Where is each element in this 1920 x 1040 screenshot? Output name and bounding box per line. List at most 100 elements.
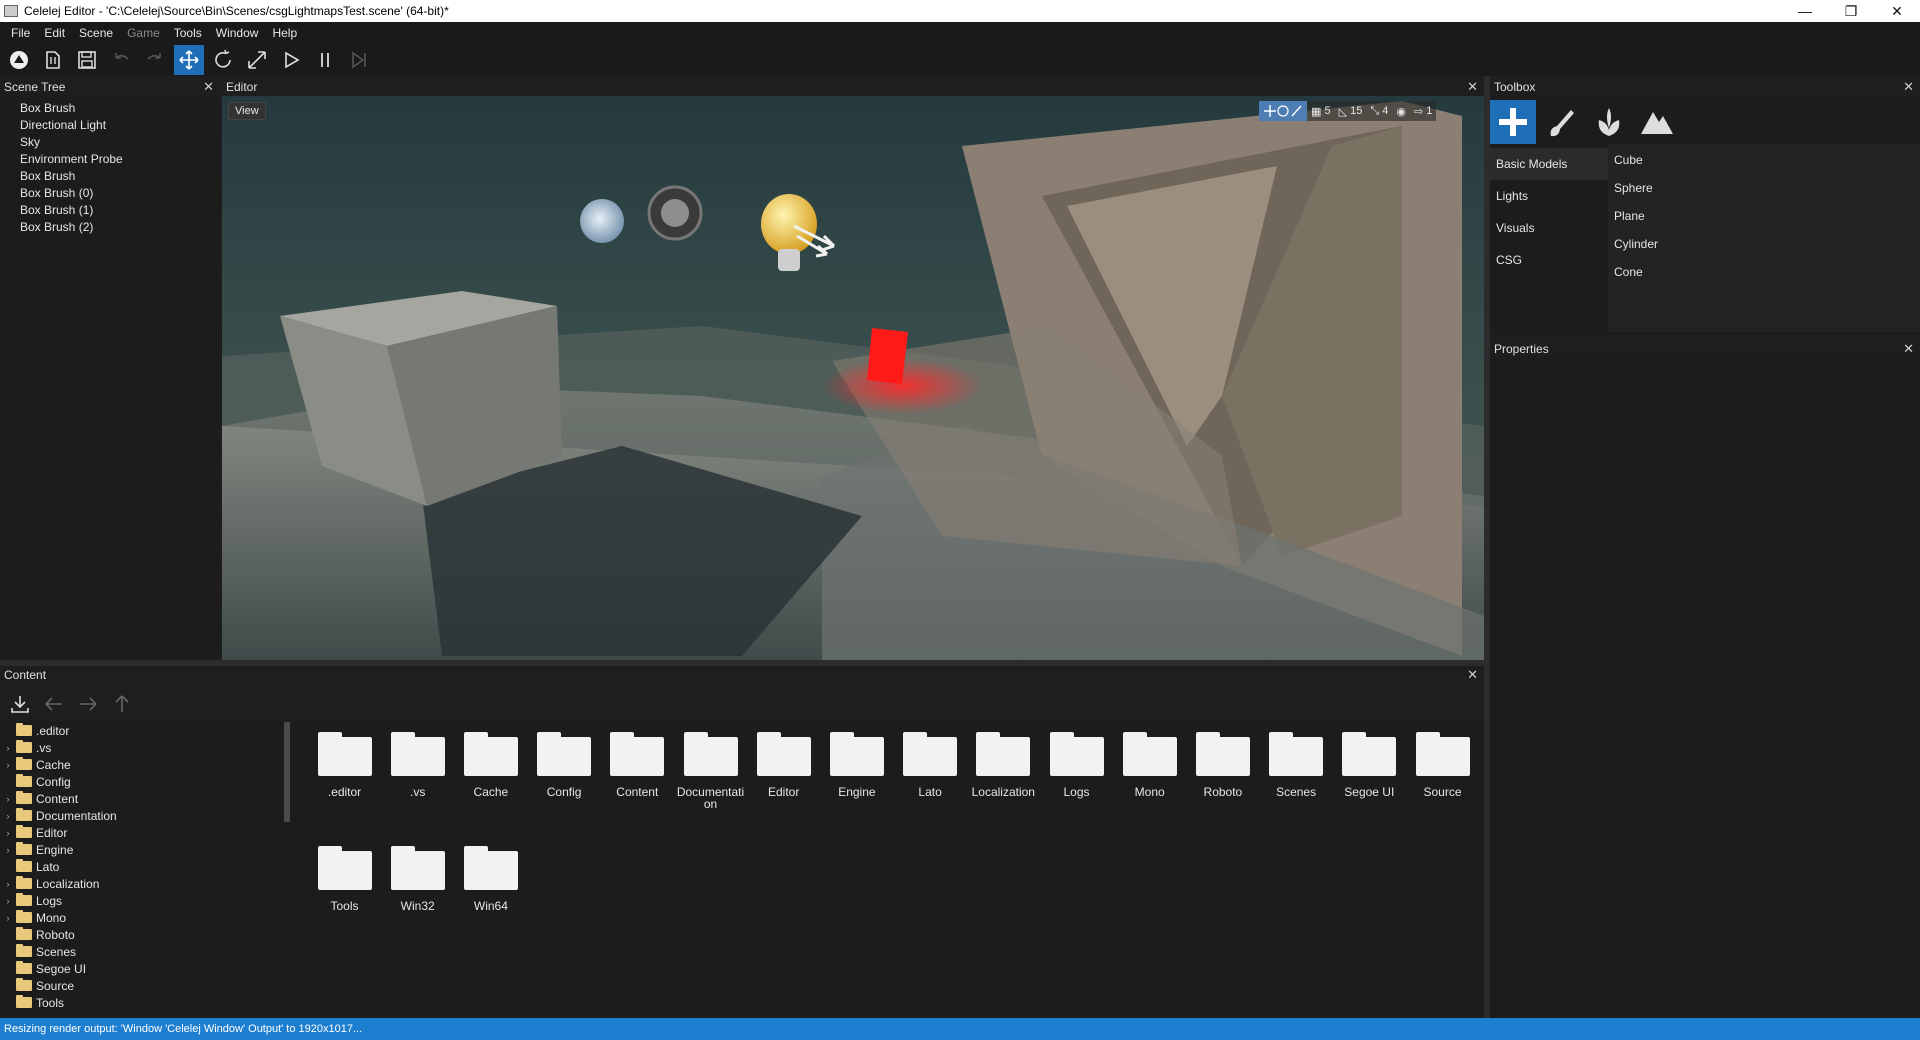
chevron-right-icon[interactable]: › <box>0 879 16 889</box>
tree-node[interactable]: Environment Probe <box>0 151 220 168</box>
folder-tile[interactable]: .vs <box>381 722 454 822</box>
folder-tile[interactable]: .editor <box>308 722 381 822</box>
menu-edit[interactable]: Edit <box>37 26 72 40</box>
folder-tile[interactable]: Config <box>528 722 601 822</box>
chevron-right-icon[interactable]: › <box>0 828 16 838</box>
toolbox-item-cube[interactable]: Cube <box>1608 146 1920 174</box>
up-button[interactable] <box>106 689 138 719</box>
content-tree-scrollbar[interactable] <box>284 722 290 822</box>
content-tree-item[interactable]: › Content <box>0 790 296 807</box>
folder-tile[interactable]: Logs <box>1040 722 1113 822</box>
chevron-right-icon[interactable]: › <box>0 811 16 821</box>
tab-foliage[interactable] <box>1586 100 1632 144</box>
forward-button[interactable] <box>72 689 104 719</box>
toolbox-item-plane[interactable]: Plane <box>1608 202 1920 230</box>
scale-tool-button[interactable] <box>242 45 272 75</box>
category-visuals[interactable]: Visuals <box>1490 212 1608 244</box>
content-tree-item[interactable]: › Engine <box>0 841 296 858</box>
sky-gizmo[interactable] <box>580 199 624 243</box>
toolbox-item-cylinder[interactable]: Cylinder <box>1608 230 1920 258</box>
menu-tools[interactable]: Tools <box>167 26 209 40</box>
vp-view-mode-button[interactable]: ◉ <box>1392 101 1410 121</box>
folder-tile[interactable]: Localization <box>967 722 1040 822</box>
tree-node[interactable]: Box Brush <box>0 100 220 117</box>
close-window-button[interactable]: ✕ <box>1874 0 1920 22</box>
folder-tile[interactable]: Mono <box>1113 722 1186 822</box>
folder-tile[interactable]: Win64 <box>454 836 527 936</box>
tree-node[interactable]: Box Brush (1) <box>0 202 220 219</box>
chevron-right-icon[interactable]: › <box>0 760 16 770</box>
back-button[interactable] <box>38 689 70 719</box>
content-tree-item[interactable]: › .vs <box>0 739 296 756</box>
toolbox-close-button[interactable]: ✕ <box>1903 79 1914 95</box>
save-button[interactable] <box>72 45 102 75</box>
folder-tile[interactable]: Editor <box>747 722 820 822</box>
content-tree-item[interactable]: .editor <box>0 722 296 739</box>
undo-button[interactable] <box>106 45 136 75</box>
menu-window[interactable]: Window <box>209 26 266 40</box>
content-tree-item[interactable]: Lato <box>0 858 296 875</box>
folder-tile[interactable]: Cache <box>454 722 527 822</box>
folder-tile[interactable]: Roboto <box>1186 722 1259 822</box>
category-lights[interactable]: Lights <box>1490 180 1608 212</box>
content-tree-item[interactable]: Scenes <box>0 943 296 960</box>
tab-add[interactable] <box>1490 100 1536 144</box>
menu-game[interactable]: Game <box>120 26 167 40</box>
folder-tile[interactable]: Segoe UI <box>1333 722 1406 822</box>
editor-close-button[interactable]: ✕ <box>1467 79 1478 95</box>
chevron-right-icon[interactable]: › <box>0 794 16 804</box>
play-button[interactable] <box>276 45 306 75</box>
content-tree-item[interactable]: Tools <box>0 994 296 1011</box>
category-basic-models[interactable]: Basic Models <box>1490 148 1608 180</box>
content-tree-item[interactable]: › Editor <box>0 824 296 841</box>
tree-node[interactable]: Box Brush (2) <box>0 219 220 236</box>
logo-button[interactable] <box>4 45 34 75</box>
vertical-splitter[interactable] <box>1484 76 1490 1018</box>
content-tree-item[interactable]: › Logs <box>0 892 296 909</box>
tree-node[interactable]: Sky <box>0 134 220 151</box>
tree-node[interactable]: Box Brush (0) <box>0 185 220 202</box>
folder-tile[interactable]: Tools <box>308 836 381 936</box>
pause-button[interactable] <box>310 45 340 75</box>
content-tree-item[interactable]: › Documentation <box>0 807 296 824</box>
new-scene-button[interactable] <box>38 45 68 75</box>
content-tree-item[interactable]: Config <box>0 773 296 790</box>
maximize-button[interactable]: ❐ <box>1828 0 1874 22</box>
vp-camera-speed-button[interactable]: ⇨ 1 <box>1410 101 1436 121</box>
menu-help[interactable]: Help <box>265 26 304 40</box>
tab-terrain[interactable] <box>1634 100 1680 144</box>
vp-scale-snap-button[interactable]: ⤡ 4 <box>1366 101 1392 121</box>
folder-tile[interactable]: Scenes <box>1260 722 1333 822</box>
folder-tile[interactable]: Win32 <box>381 836 454 936</box>
chevron-right-icon[interactable]: › <box>0 896 16 906</box>
menu-scene[interactable]: Scene <box>72 26 120 40</box>
content-tree-item[interactable]: Source <box>0 977 296 994</box>
folder-tile[interactable]: Documentati on <box>674 722 747 822</box>
toolbox-item-cone[interactable]: Cone <box>1608 258 1920 286</box>
chevron-right-icon[interactable]: › <box>0 913 16 923</box>
step-button[interactable] <box>344 45 374 75</box>
menu-file[interactable]: File <box>4 26 37 40</box>
folder-tile[interactable]: Lato <box>894 722 967 822</box>
redo-button[interactable] <box>140 45 170 75</box>
content-close-button[interactable]: ✕ <box>1467 667 1478 683</box>
folder-tile[interactable]: Engine <box>820 722 893 822</box>
chevron-right-icon[interactable]: › <box>0 845 16 855</box>
tree-node[interactable]: Box Brush <box>0 168 220 185</box>
content-tree-item[interactable]: › Localization <box>0 875 296 892</box>
tab-paint[interactable] <box>1538 100 1584 144</box>
content-tree-item[interactable]: Segoe UI <box>0 960 296 977</box>
toolbox-item-sphere[interactable]: Sphere <box>1608 174 1920 202</box>
minimize-button[interactable]: — <box>1782 0 1828 22</box>
scene-viewport[interactable] <box>222 96 1484 660</box>
folder-tile[interactable]: Source <box>1406 722 1479 822</box>
translate-tool-button[interactable] <box>174 45 204 75</box>
chevron-right-icon[interactable]: › <box>0 743 16 753</box>
category-csg[interactable]: CSG <box>1490 244 1608 276</box>
import-button[interactable] <box>4 689 36 719</box>
content-tree-item[interactable]: Roboto <box>0 926 296 943</box>
properties-close-button[interactable]: ✕ <box>1903 341 1914 357</box>
scene-tree-close-button[interactable]: ✕ <box>203 79 214 95</box>
content-tree-item[interactable]: › Cache <box>0 756 296 773</box>
rotate-tool-button[interactable] <box>208 45 238 75</box>
